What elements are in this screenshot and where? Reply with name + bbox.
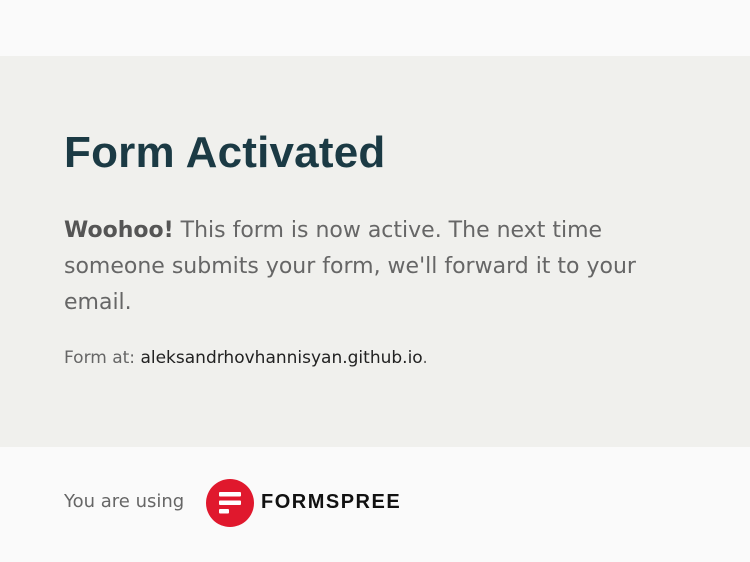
brand-name[interactable]: FORMSPREE <box>261 488 401 516</box>
form-domain: aleksandrhovhannisyan.github.io <box>140 348 423 368</box>
formspree-logo-icon[interactable] <box>205 478 255 528</box>
message-lead: Woohoo! <box>64 218 174 243</box>
form-at-label: Form at: <box>64 348 141 368</box>
activation-message: Woohoo! This form is now active. The nex… <box>64 213 704 321</box>
using-text: You are using <box>64 491 185 512</box>
form-at-period: . <box>422 348 428 368</box>
form-location: Form at: aleksandrhovhannisyan.github.io… <box>64 344 428 372</box>
top-band <box>0 0 750 56</box>
page-title: Form Activated <box>64 128 386 177</box>
